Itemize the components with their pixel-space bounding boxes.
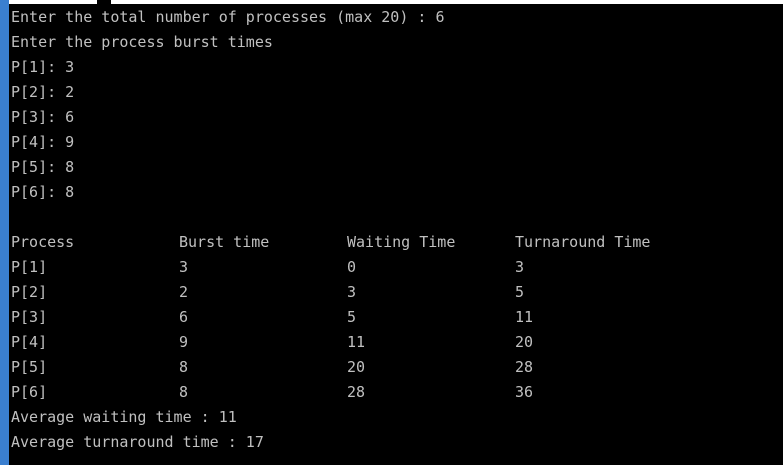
console-window[interactable]: Enter the total number of processes (max…: [0, 0, 783, 465]
header-burst-time: Burst time: [179, 233, 270, 251]
cell-waiting: 28: [347, 383, 366, 401]
table-row: P[6] 8 28 36: [11, 380, 783, 405]
table-row: P[4] 9 11 20: [11, 330, 783, 355]
table-row: P[3] 6 5 11: [11, 305, 783, 330]
cell-turnaround: 3: [515, 258, 525, 276]
cell-turnaround: 28: [515, 358, 534, 376]
burst-input-line: P[3]: 6: [11, 108, 75, 126]
header-process: Process: [11, 233, 75, 251]
header-turnaround-time: Turnaround Time: [515, 233, 651, 251]
cell-burst: 3: [179, 258, 189, 276]
average-waiting-time: Average waiting time : 11: [11, 408, 237, 426]
cell-burst: 2: [179, 283, 189, 301]
prompt-burst-times: Enter the process burst times: [11, 33, 273, 51]
header-waiting-time: Waiting Time: [347, 233, 456, 251]
table-row: P[1] 3 0 3: [11, 255, 783, 280]
prompt-process-count: Enter the total number of processes (max…: [11, 8, 445, 26]
console-output: Enter the total number of processes (max…: [11, 5, 783, 455]
cell-turnaround: 5: [515, 283, 525, 301]
cell-waiting: 0: [347, 258, 357, 276]
burst-input-line: P[6]: 8: [11, 183, 75, 201]
burst-input-line: P[5]: 8: [11, 158, 75, 176]
cell-process: P[3]: [11, 308, 48, 326]
cell-turnaround: 20: [515, 333, 534, 351]
table-header-row: Process Burst time Waiting Time Turnarou…: [11, 230, 783, 255]
scroll-knob: [97, 0, 111, 4]
cell-burst: 6: [179, 308, 189, 326]
table-row: P[2] 2 3 5: [11, 280, 783, 305]
cell-turnaround: 11: [515, 308, 534, 326]
burst-input-line: P[2]: 2: [11, 83, 75, 101]
cell-waiting: 3: [347, 283, 357, 301]
average-turnaround-time: Average turnaround time : 17: [11, 433, 264, 451]
window-top-strip: [9, 0, 783, 4]
burst-input-line: P[4]: 9: [11, 133, 75, 151]
burst-input-line: P[1]: 3: [11, 58, 75, 76]
cell-burst: 9: [179, 333, 189, 351]
cell-waiting: 5: [347, 308, 357, 326]
cell-process: P[1]: [11, 258, 48, 276]
window-left-border: [0, 0, 9, 465]
cell-waiting: 20: [347, 358, 366, 376]
cell-process: P[4]: [11, 333, 48, 351]
cell-burst: 8: [179, 358, 189, 376]
cell-process: P[5]: [11, 358, 48, 376]
table-row: P[5] 8 20 28: [11, 355, 783, 380]
cell-waiting: 11: [347, 333, 366, 351]
cell-process: P[6]: [11, 383, 48, 401]
cell-turnaround: 36: [515, 383, 534, 401]
cell-burst: 8: [179, 383, 189, 401]
cell-process: P[2]: [11, 283, 48, 301]
